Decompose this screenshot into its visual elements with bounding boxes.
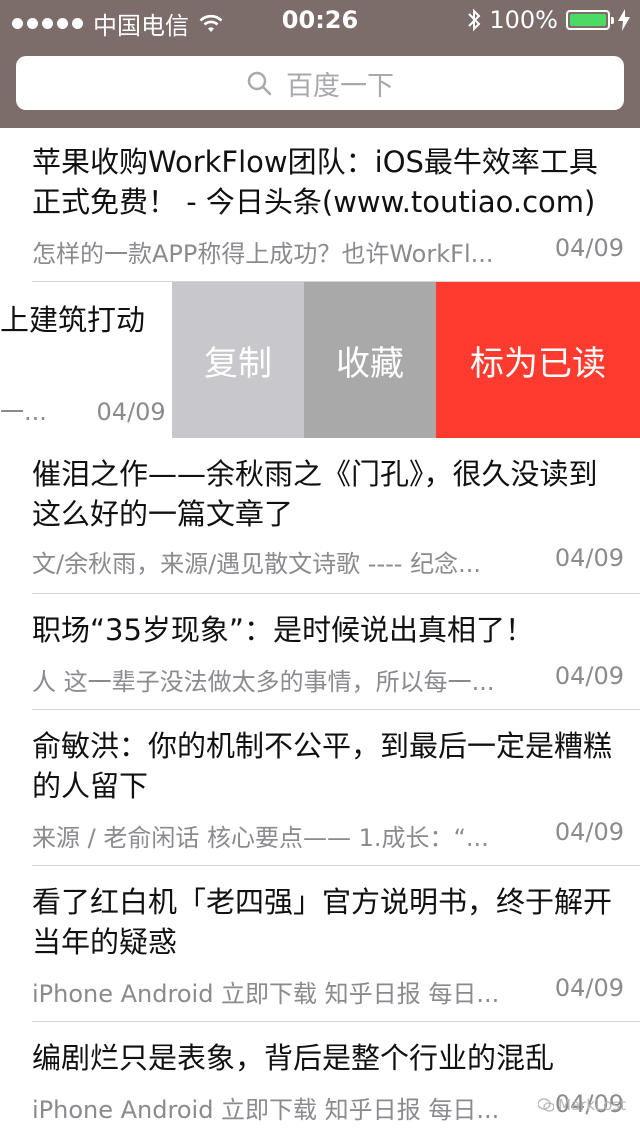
article-snippet: iPhone Android 立即下载 知乎日报 每日... [32, 980, 500, 1008]
list-item[interactable]: 催泪之作——余秋雨之《门孔》，很久没读到这么好的一篇文章了 文/余秋雨，来源/遇… [0, 438, 640, 594]
wechat-icon [538, 1098, 555, 1112]
article-date: 04/09 [554, 544, 624, 572]
watermark-text: MarkLost [558, 1096, 626, 1114]
article-title: 编剧烂只是表象，背后是整个行业的混乱 [32, 1041, 555, 1075]
article-snippet: 文/余秋雨，来源/遇见散文诗歌 ---- 纪念... [32, 550, 481, 578]
article-snippet: 来源 / 老俞闲话 核心要点—— 1.成长：“... [32, 824, 489, 852]
status-right: 100% [467, 6, 630, 34]
article-snippet: 人 这一辈子没法做太多的事情，所以每一... [32, 668, 495, 696]
article-title: 看了红白机「老四强」官方说明书，终于解开当年的疑惑 [32, 885, 613, 959]
article-date: 04/09 [554, 818, 624, 846]
favorite-button[interactable]: 收藏 [304, 282, 436, 438]
status-bar: 中国电信 00:26 100% [0, 0, 640, 40]
article-title: 苹果收购WorkFlow团队：iOS最牛效率工具正式免费！ - 今日头条(www… [32, 145, 598, 219]
charging-bolt-icon [618, 9, 630, 31]
article-meta: iPhone Android 立即下载 知乎日报 每日... 04/09 [32, 974, 624, 1009]
battery-percent: 100% [489, 6, 558, 34]
bluetooth-icon [468, 8, 481, 32]
article-meta: 怎样的一款APP称得上成功？也许WorkFl... 04/09 [32, 234, 624, 269]
article-title: 职场“35岁现象”：是时候说出真相了！ [32, 613, 534, 647]
article-date: 04/09 [96, 398, 166, 426]
swiped-item-content[interactable]: 上建筑打动 一... 04/09 [0, 282, 172, 438]
battery-icon [566, 10, 614, 30]
swiped-list-item[interactable]: 上建筑打动 一... 04/09 复制 收藏 标为已读 [0, 282, 640, 438]
mark-read-button[interactable]: 标为已读 [436, 282, 640, 438]
search-placeholder: 百度一下 [286, 70, 394, 102]
copy-button[interactable]: 复制 [172, 282, 304, 438]
header: 中国电信 00:26 100% 百度一下 [0, 0, 640, 128]
article-title: 俞敏洪：你的机制不公平，到最后一定是糟糕的人留下 [32, 729, 613, 803]
copy-button-label: 复制 [204, 343, 272, 384]
article-meta: 文/余秋雨，来源/遇见散文诗歌 ---- 纪念... 04/09 [32, 544, 624, 579]
article-snippet: 一... [0, 398, 47, 426]
article-meta: 来源 / 老俞闲话 核心要点—— 1.成长：“... 04/09 [32, 818, 624, 853]
article-meta: 人 这一辈子没法做太多的事情，所以每一... 04/09 [32, 662, 624, 697]
list-item[interactable]: 苹果收购WorkFlow团队：iOS最牛效率工具正式免费！ - 今日头条(www… [0, 128, 640, 282]
article-date: 04/09 [554, 974, 624, 1002]
watermark: MarkLost [538, 1096, 626, 1114]
list-item[interactable]: 看了红白机「老四强」官方说明书，终于解开当年的疑惑 iPhone Android… [0, 866, 640, 1022]
list-item[interactable]: 职场“35岁现象”：是时候说出真相了！ 人 这一辈子没法做太多的事情，所以每一.… [0, 594, 640, 710]
article-date: 04/09 [554, 234, 624, 262]
battery-level-fill [570, 14, 606, 26]
search-icon [247, 71, 272, 96]
list-item[interactable]: 编剧烂只是表象，背后是整个行业的混乱 iPhone Android 立即下载 知… [0, 1022, 640, 1136]
article-meta: iPhone Android 立即下载 知乎日报 每日... 04/09 [32, 1090, 624, 1125]
article-date: 04/09 [554, 662, 624, 690]
favorite-button-label: 收藏 [336, 343, 404, 384]
list-item[interactable]: 俞敏洪：你的机制不公平，到最后一定是糟糕的人留下 来源 / 老俞闲话 核心要点—… [0, 710, 640, 866]
article-title: 上建筑打动 [0, 303, 146, 337]
mark-read-button-label: 标为已读 [470, 343, 606, 384]
search-bar[interactable]: 百度一下 [16, 56, 624, 110]
article-snippet: iPhone Android 立即下载 知乎日报 每日... [32, 1096, 500, 1124]
article-snippet: 怎样的一款APP称得上成功？也许WorkFl... [32, 240, 494, 268]
article-title: 催泪之作——余秋雨之《门孔》，很久没读到这么好的一篇文章了 [32, 457, 598, 531]
